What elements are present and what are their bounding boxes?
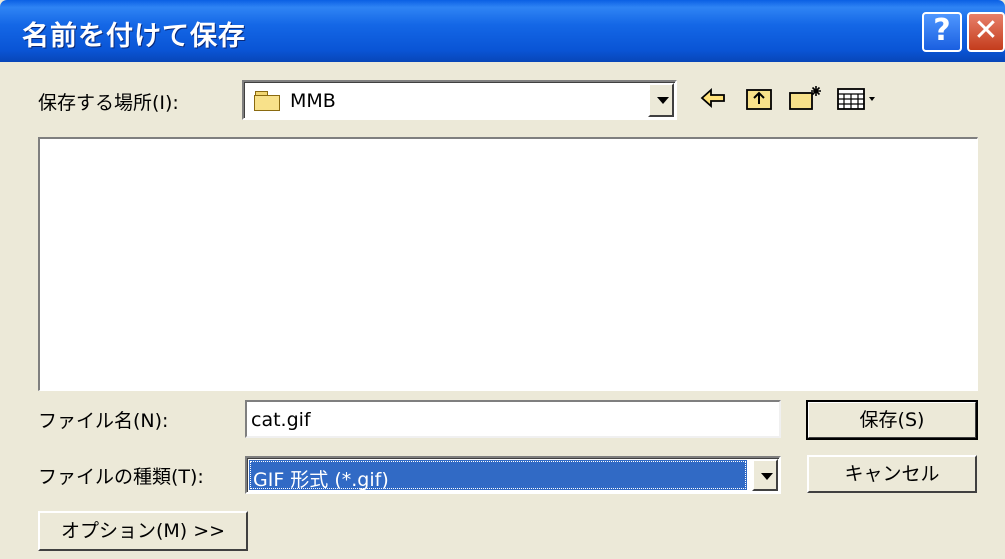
help-button[interactable]: ? bbox=[922, 12, 962, 52]
filetype-dropdown-button[interactable] bbox=[752, 459, 778, 491]
filename-label: ファイル名(N): bbox=[38, 410, 169, 432]
save-in-combo[interactable]: MMB bbox=[242, 80, 677, 120]
folder-icon bbox=[254, 91, 280, 111]
back-arrow-icon[interactable] bbox=[700, 84, 726, 112]
save-in-dropdown-button[interactable] bbox=[648, 83, 674, 117]
up-folder-icon[interactable] bbox=[745, 84, 775, 112]
filename-field[interactable]: cat.gif bbox=[245, 400, 781, 438]
close-button[interactable]: ✕ bbox=[967, 12, 1005, 52]
filetype-label: ファイルの種類(T): bbox=[38, 466, 204, 488]
filename-value: cat.gif bbox=[251, 409, 311, 431]
file-list[interactable] bbox=[38, 137, 978, 391]
cancel-button[interactable]: キャンセル bbox=[807, 455, 977, 493]
save-in-label: 保存する場所(I): bbox=[38, 92, 179, 114]
save-button[interactable]: 保存(S) bbox=[806, 400, 978, 440]
options-button[interactable]: オプション(M) >> bbox=[38, 511, 248, 551]
dialog-title: 名前を付けて保存 bbox=[22, 21, 246, 52]
new-folder-icon[interactable] bbox=[788, 84, 824, 112]
title-bar[interactable]: 名前を付けて保存 ? ✕ bbox=[0, 0, 1005, 62]
filetype-value: GIF 形式 (*.gif) bbox=[253, 469, 389, 491]
filetype-combo[interactable]: GIF 形式 (*.gif) bbox=[245, 456, 781, 494]
save-in-value: MMB bbox=[290, 90, 336, 112]
filetype-selection: GIF 形式 (*.gif) bbox=[249, 460, 747, 491]
view-menu-icon[interactable] bbox=[836, 84, 878, 112]
save-as-dialog: 名前を付けて保存 ? ✕ 保存する場所(I): MMB ファイル名(N): ca… bbox=[0, 0, 1005, 559]
